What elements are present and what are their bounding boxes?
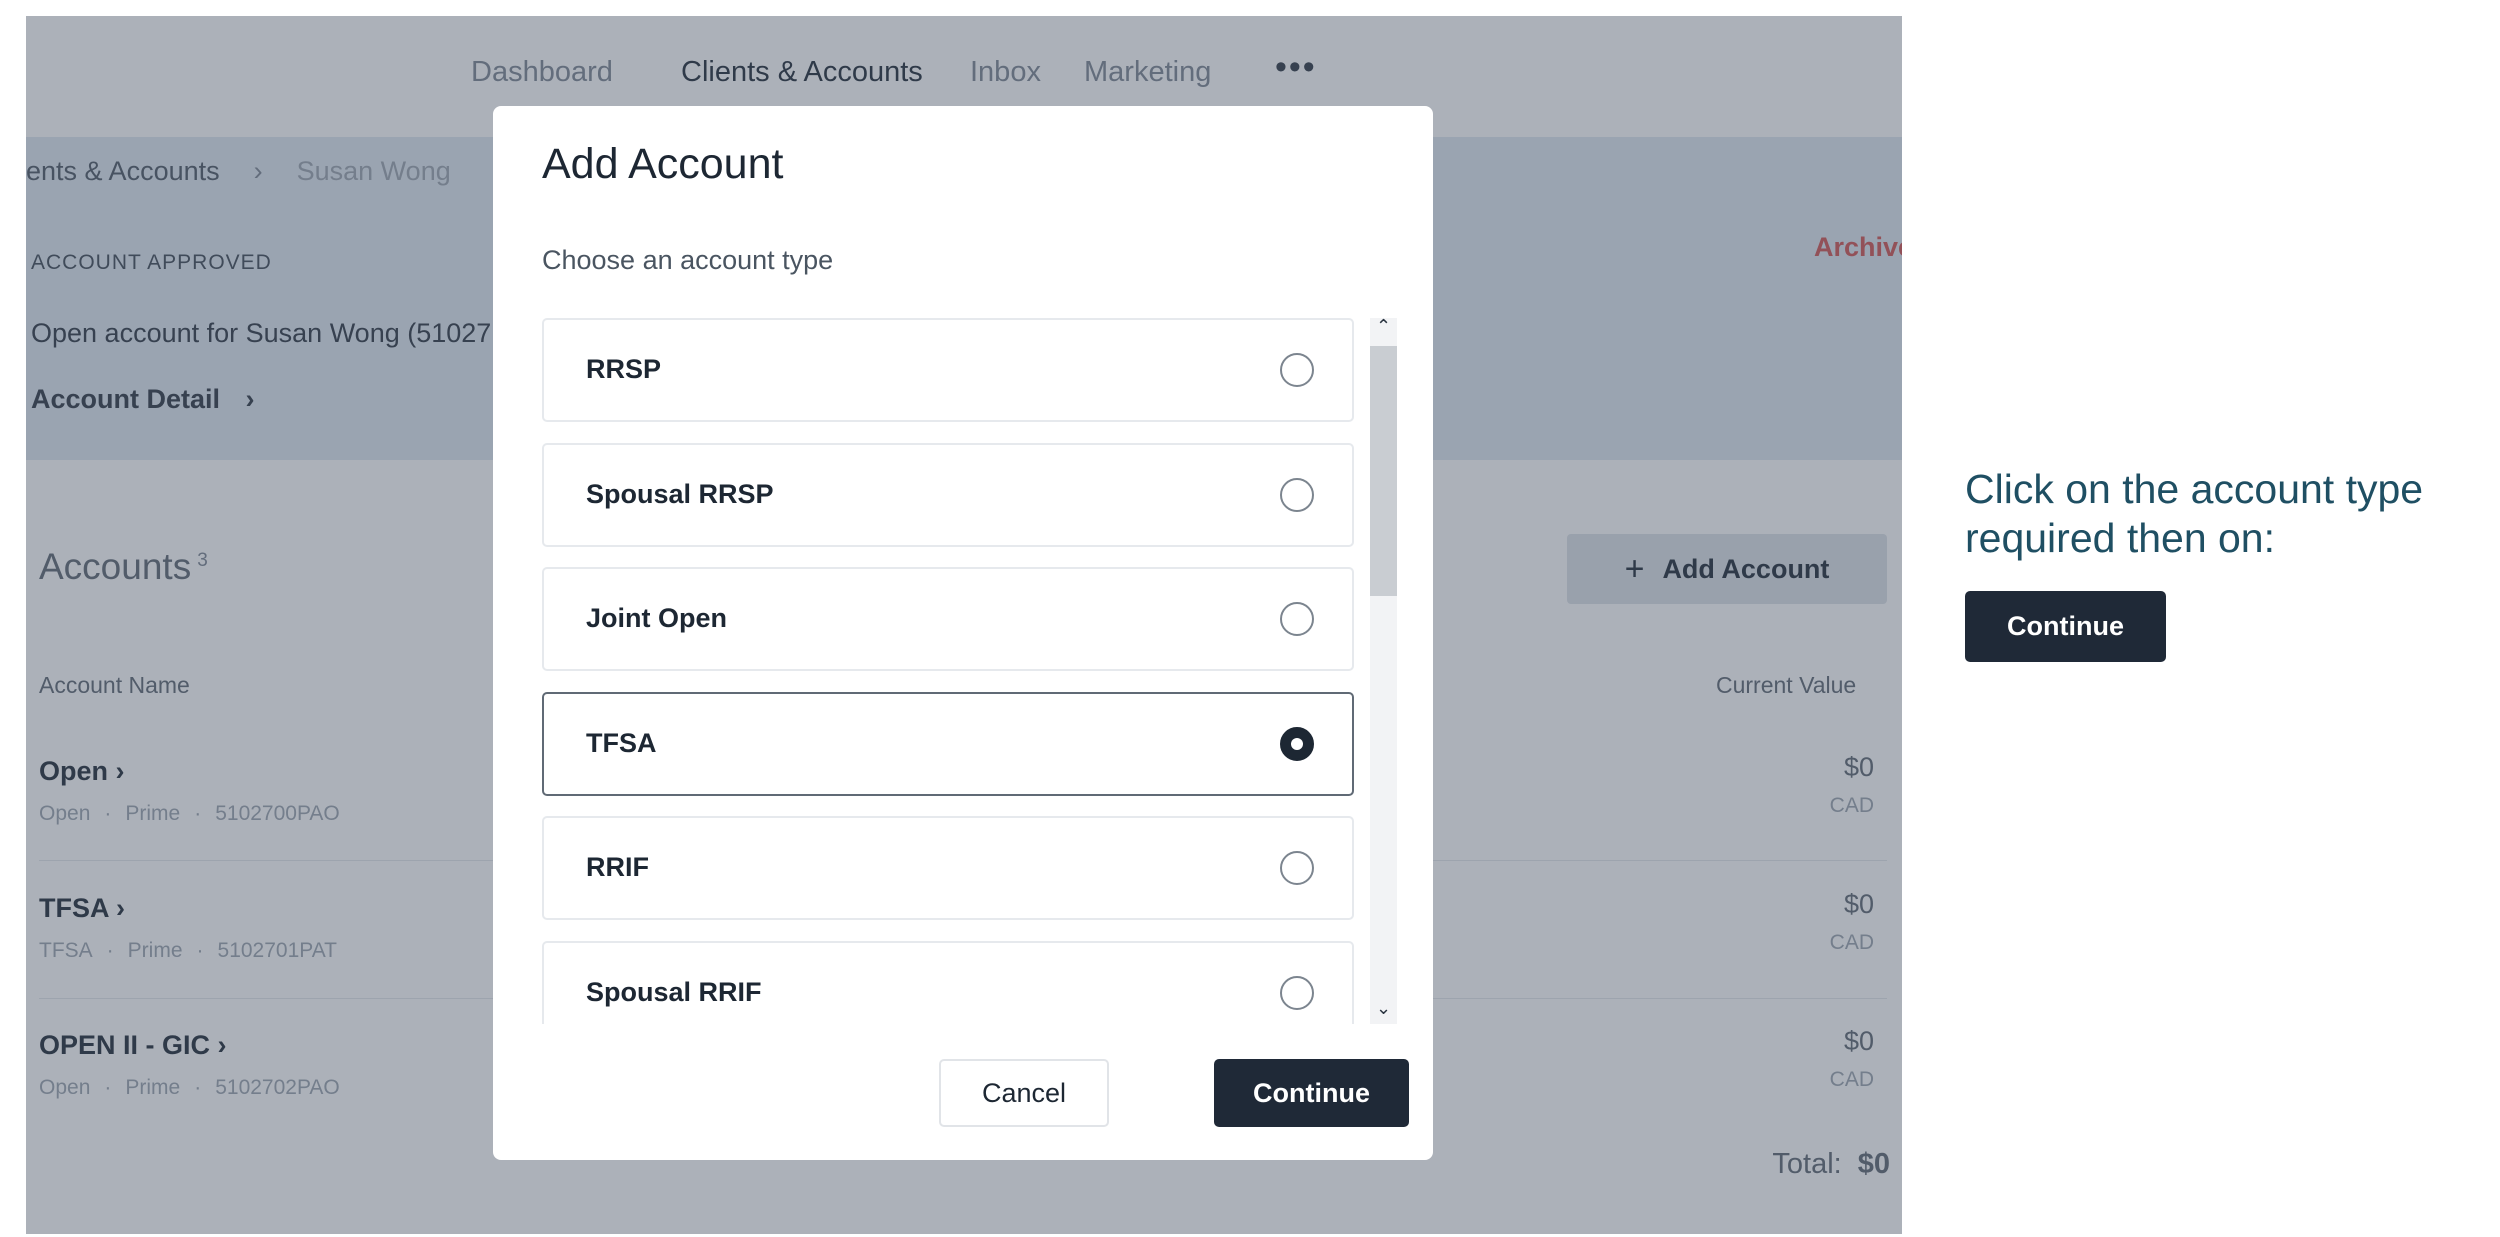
option-rrsp[interactable]: RRSP	[542, 318, 1354, 422]
option-joint-open[interactable]: Joint Open	[542, 567, 1354, 671]
scroll-down-icon[interactable]: ⌄	[1370, 998, 1397, 1019]
option-label: RRSP	[586, 354, 662, 384]
radio-button[interactable]	[1280, 602, 1314, 636]
dialog-title: Add Account	[542, 140, 784, 188]
radio-button-selected[interactable]	[1280, 727, 1314, 761]
option-rrif[interactable]: RRIF	[542, 816, 1354, 920]
option-label: TFSA	[586, 728, 657, 758]
radio-button[interactable]	[1280, 851, 1314, 885]
radio-button[interactable]	[1280, 478, 1314, 512]
add-account-dialog: Add Account Choose an account type RRSP …	[493, 106, 1433, 1160]
option-tfsa[interactable]: TFSA	[542, 692, 1354, 796]
instruction-continue-button: Continue	[1965, 591, 2166, 662]
option-label: Spousal RRSP	[586, 479, 774, 509]
instruction-text: Click on the account type required then …	[1965, 466, 2424, 561]
radio-button[interactable]	[1280, 353, 1314, 387]
option-label: Spousal RRIF	[586, 977, 762, 1007]
radio-button[interactable]	[1280, 976, 1314, 1010]
dialog-subtitle: Choose an account type	[542, 245, 834, 275]
list-scrollbar[interactable]: ⌃ ⌄	[1370, 316, 1397, 1024]
option-label: RRIF	[586, 852, 649, 882]
scrollbar-thumb[interactable]	[1370, 346, 1397, 596]
option-spousal-rrsp[interactable]: Spousal RRSP	[542, 443, 1354, 547]
account-type-list[interactable]: RRSP Spousal RRSP Joint Open TFSA RRIF S…	[542, 318, 1358, 1024]
continue-button[interactable]: Continue	[1214, 1059, 1409, 1127]
option-label: Joint Open	[586, 603, 727, 633]
option-spousal-rrif[interactable]: Spousal RRIF	[542, 941, 1354, 1024]
cancel-button[interactable]: Cancel	[939, 1059, 1109, 1127]
scroll-up-icon[interactable]: ⌃	[1370, 316, 1397, 337]
app-window: Dashboard Clients & Accounts Inbox Marke…	[26, 16, 1902, 1234]
